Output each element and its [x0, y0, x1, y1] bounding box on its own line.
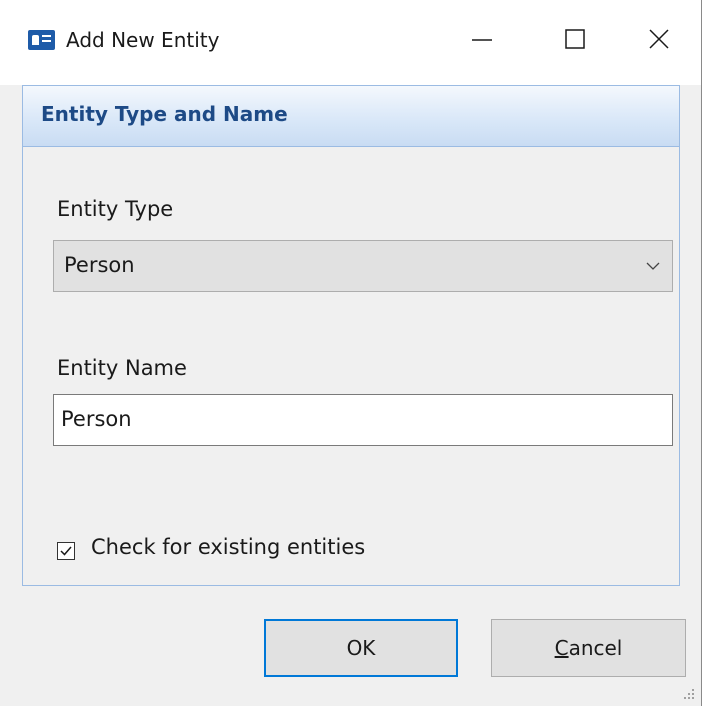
entity-type-and-name-group: Entity Type and Name Entity Type Person …: [22, 85, 680, 586]
entity-type-value: Person: [64, 253, 135, 277]
checkmark-icon: [60, 546, 72, 556]
check-existing-checkbox[interactable]: [57, 542, 75, 560]
cancel-button[interactable]: Cancel: [491, 619, 686, 677]
check-existing-label[interactable]: Check for existing entities: [91, 535, 365, 559]
minimize-button[interactable]: [436, 0, 526, 80]
chevron-down-icon: [646, 262, 660, 270]
minimize-icon: [472, 39, 492, 41]
entity-type-select[interactable]: Person: [53, 240, 673, 292]
close-button[interactable]: [613, 0, 703, 80]
entity-name-label: Entity Name: [57, 356, 187, 380]
entity-name-field[interactable]: Person: [53, 394, 673, 446]
cancel-mnemonic: C: [554, 636, 569, 660]
title-bar[interactable]: Add New Entity: [0, 0, 701, 85]
id-card-icon: [28, 30, 55, 50]
add-new-entity-dialog: Add New Entity Entity Type and Name Enti…: [0, 0, 702, 706]
cancel-label-rest: ancel: [568, 636, 623, 660]
close-icon: [649, 29, 669, 49]
resize-grip-icon[interactable]: [683, 688, 695, 700]
group-header: Entity Type and Name: [23, 86, 679, 147]
ok-button[interactable]: OK: [264, 619, 458, 677]
maximize-button[interactable]: [529, 0, 619, 80]
group-title: Entity Type and Name: [41, 102, 288, 126]
entity-name-value: Person: [61, 407, 132, 431]
entity-type-label: Entity Type: [57, 197, 174, 221]
window-title: Add New Entity: [66, 28, 220, 52]
maximize-icon: [565, 29, 585, 49]
